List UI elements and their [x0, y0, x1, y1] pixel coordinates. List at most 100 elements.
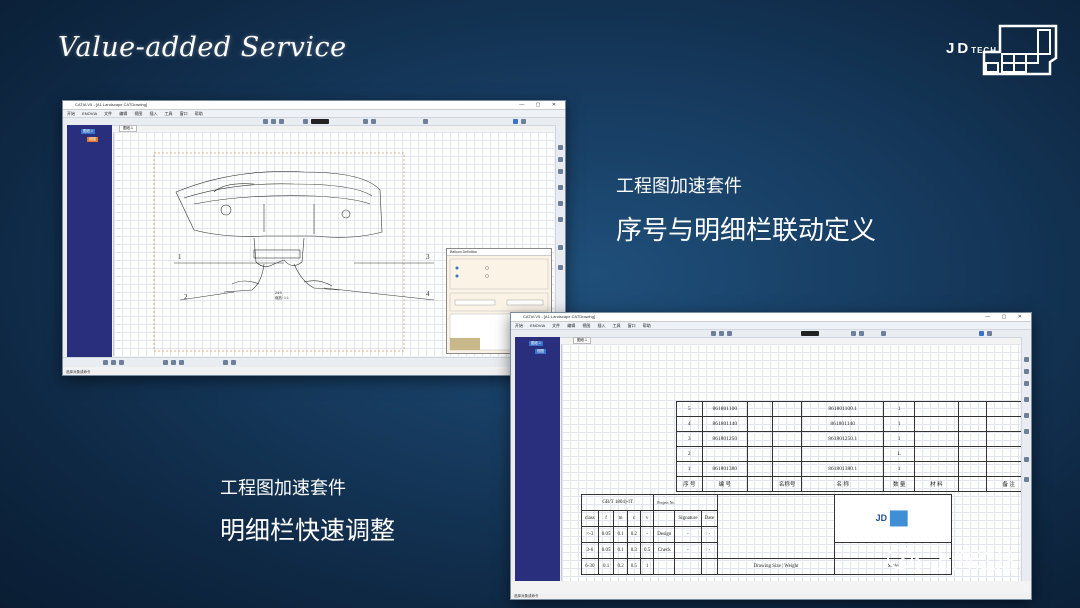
bottom-toolbar[interactable] [63, 357, 565, 367]
caption-b-subtitle: 工程图加速套件 [220, 478, 346, 498]
tol-cell: 0.2 [626, 526, 641, 543]
tol-cell: 0.1 [613, 542, 628, 559]
menu-bar[interactable]: 开始 ENOVIA 文件 编辑 视图 插入 工具 窗口 帮助 [63, 110, 565, 118]
bom-cell: 1 [883, 461, 916, 477]
sign-head-signature: Signature [674, 510, 702, 527]
sign-row-design: Design [653, 526, 676, 543]
bom-cell [747, 416, 774, 432]
tol-cell: 3-6 [581, 542, 599, 559]
bom-cell [957, 431, 988, 447]
tol-cell: 0.2 [613, 558, 628, 575]
bom-cell [957, 461, 988, 477]
bom-header-cell: 名 称 [801, 476, 885, 492]
tab-sheet[interactable]: 图纸.1 [119, 125, 137, 132]
tab-sheet[interactable]: 图纸.1 [573, 337, 591, 344]
tol-cell: 0.3 [626, 542, 641, 559]
bom-cell [747, 446, 774, 462]
wechat-icon [887, 547, 921, 573]
bom-cell: 861801140 [801, 416, 885, 432]
view-label: 249 [275, 290, 282, 295]
bom-header-cell: 材 料 [914, 476, 959, 492]
tree-item-view[interactable]: 视图 [87, 137, 98, 142]
bom-cell: 1 [883, 431, 916, 447]
bom-cell [772, 401, 803, 417]
window-controls[interactable]: — ▢ ✕ [519, 101, 561, 109]
balloon-1: 1 [178, 253, 182, 261]
tol-head-m: m [613, 510, 628, 527]
bom-cell [957, 401, 988, 417]
window-title: CATIA V5 - [A1 Landscape.CATDrawing] [523, 314, 596, 319]
bom-cell: 5 [676, 401, 703, 417]
tol-head-c: c [626, 510, 641, 527]
tree-item-view[interactable]: 视图 [535, 349, 546, 354]
caption-b-title: 明细栏快速调整 [220, 517, 396, 545]
right-toolbar[interactable] [1021, 337, 1031, 581]
bom-cell: 4 [676, 416, 703, 432]
spec-tree-panel: 图纸.1 视图 [67, 125, 112, 357]
tree-item-sheet[interactable]: 图纸.1 [529, 341, 543, 346]
table-row[interactable]: 1 861801380 861801380.1 1 [676, 461, 1031, 477]
table-row[interactable]: 4 861801140 861801140 1 [676, 416, 1031, 432]
bom-header-cell [747, 476, 774, 492]
bom-cell [957, 416, 988, 432]
bom-cell [747, 431, 774, 447]
bom-cell [914, 461, 959, 477]
tol-cell: 0.05 [597, 542, 615, 559]
bom-cell: 1 [883, 401, 916, 417]
caption-a-title: 序号与明细栏联动定义 [616, 215, 877, 245]
bom-cell: 861801250.1 [801, 431, 885, 447]
tol-cell: <-3 [581, 526, 599, 543]
spec-tree-panel: 图纸.1 视图 [515, 337, 560, 581]
bom-cell [772, 446, 803, 462]
drawing-size-cell: Drawing Size | Weight [717, 558, 836, 575]
bom-cell: 861801380.1 [801, 461, 885, 477]
table-row[interactable]: 3 861801250 861801250.1 1 [676, 431, 1031, 447]
svg-text:JD: JD [876, 513, 888, 523]
title-block-logo: JD [834, 494, 953, 543]
bom-cell: L [883, 446, 916, 462]
tolerance-title: GB/T 1804)-IT [580, 494, 655, 511]
tol-cell: 0.5 [639, 542, 655, 559]
bom-cell [914, 446, 959, 462]
bom-header-row[interactable]: 序 号编 号名称号名 称数 量材 料备 注 [676, 476, 1031, 492]
balloon-4: 4 [426, 290, 430, 298]
tol-head-v: v [639, 510, 655, 527]
bom-header-cell [957, 476, 988, 492]
bom-cell: 861801140 [701, 416, 749, 432]
view-scale-label: 缩放: 1:1 [275, 295, 289, 300]
bom-header-cell: 编 号 [701, 476, 749, 492]
top-toolbar[interactable] [63, 118, 565, 126]
tol-head-class: class [581, 510, 599, 527]
balloon-2: 2 [184, 293, 188, 301]
balloon-3: 3 [426, 253, 430, 261]
bom-table[interactable]: 5 861801100 861801100.1 1 4 861801140 86180114… [676, 401, 1031, 492]
bom-cell: 861801100 [701, 401, 749, 417]
bom-header-cell: 名称号 [772, 476, 803, 492]
tol-cell: 1 [639, 558, 655, 575]
table-row[interactable]: 5 861801100 861801100.1 1 [676, 401, 1031, 417]
bom-cell [772, 416, 803, 432]
tol-head-f: f [597, 510, 615, 527]
window-titlebar: CATIA V5 - [A1 Landscape.CATDrawing] — ▢… [511, 313, 1031, 322]
bom-cell: 861801100.1 [801, 401, 885, 417]
status-bar: 选择对象或命令 [63, 369, 565, 375]
bom-cell [914, 431, 959, 447]
tol-cell: 0.5 [626, 558, 641, 575]
bom-cell [914, 416, 959, 432]
bom-cell [957, 446, 988, 462]
bom-cell: 1 [883, 416, 916, 432]
jd-tech-logo: JDTECH [946, 24, 1058, 78]
bom-header-cell: 数 量 [883, 476, 916, 492]
table-row[interactable]: 2L [676, 446, 1031, 462]
bom-header-cell: 序 号 [676, 476, 703, 492]
window-controls[interactable]: — ▢ ✕ [985, 313, 1027, 321]
window-titlebar: CATIA V5 - [A1 Landscape.CATDrawing] — ▢… [63, 101, 565, 110]
bom-cell: 2 [676, 446, 703, 462]
menu-bar[interactable]: 开始 ENOVIA 文件 编辑 视图 插入 工具 窗口 帮助 [511, 322, 1031, 330]
status-bar: 选择对象或命令 [511, 593, 1031, 599]
bom-cell [914, 401, 959, 417]
bom-cell [801, 446, 885, 462]
bom-cell: 861801380 [701, 461, 749, 477]
tree-item-sheet[interactable]: 图纸.1 [81, 129, 95, 134]
dialog-title: Balloon Definition [447, 249, 551, 256]
